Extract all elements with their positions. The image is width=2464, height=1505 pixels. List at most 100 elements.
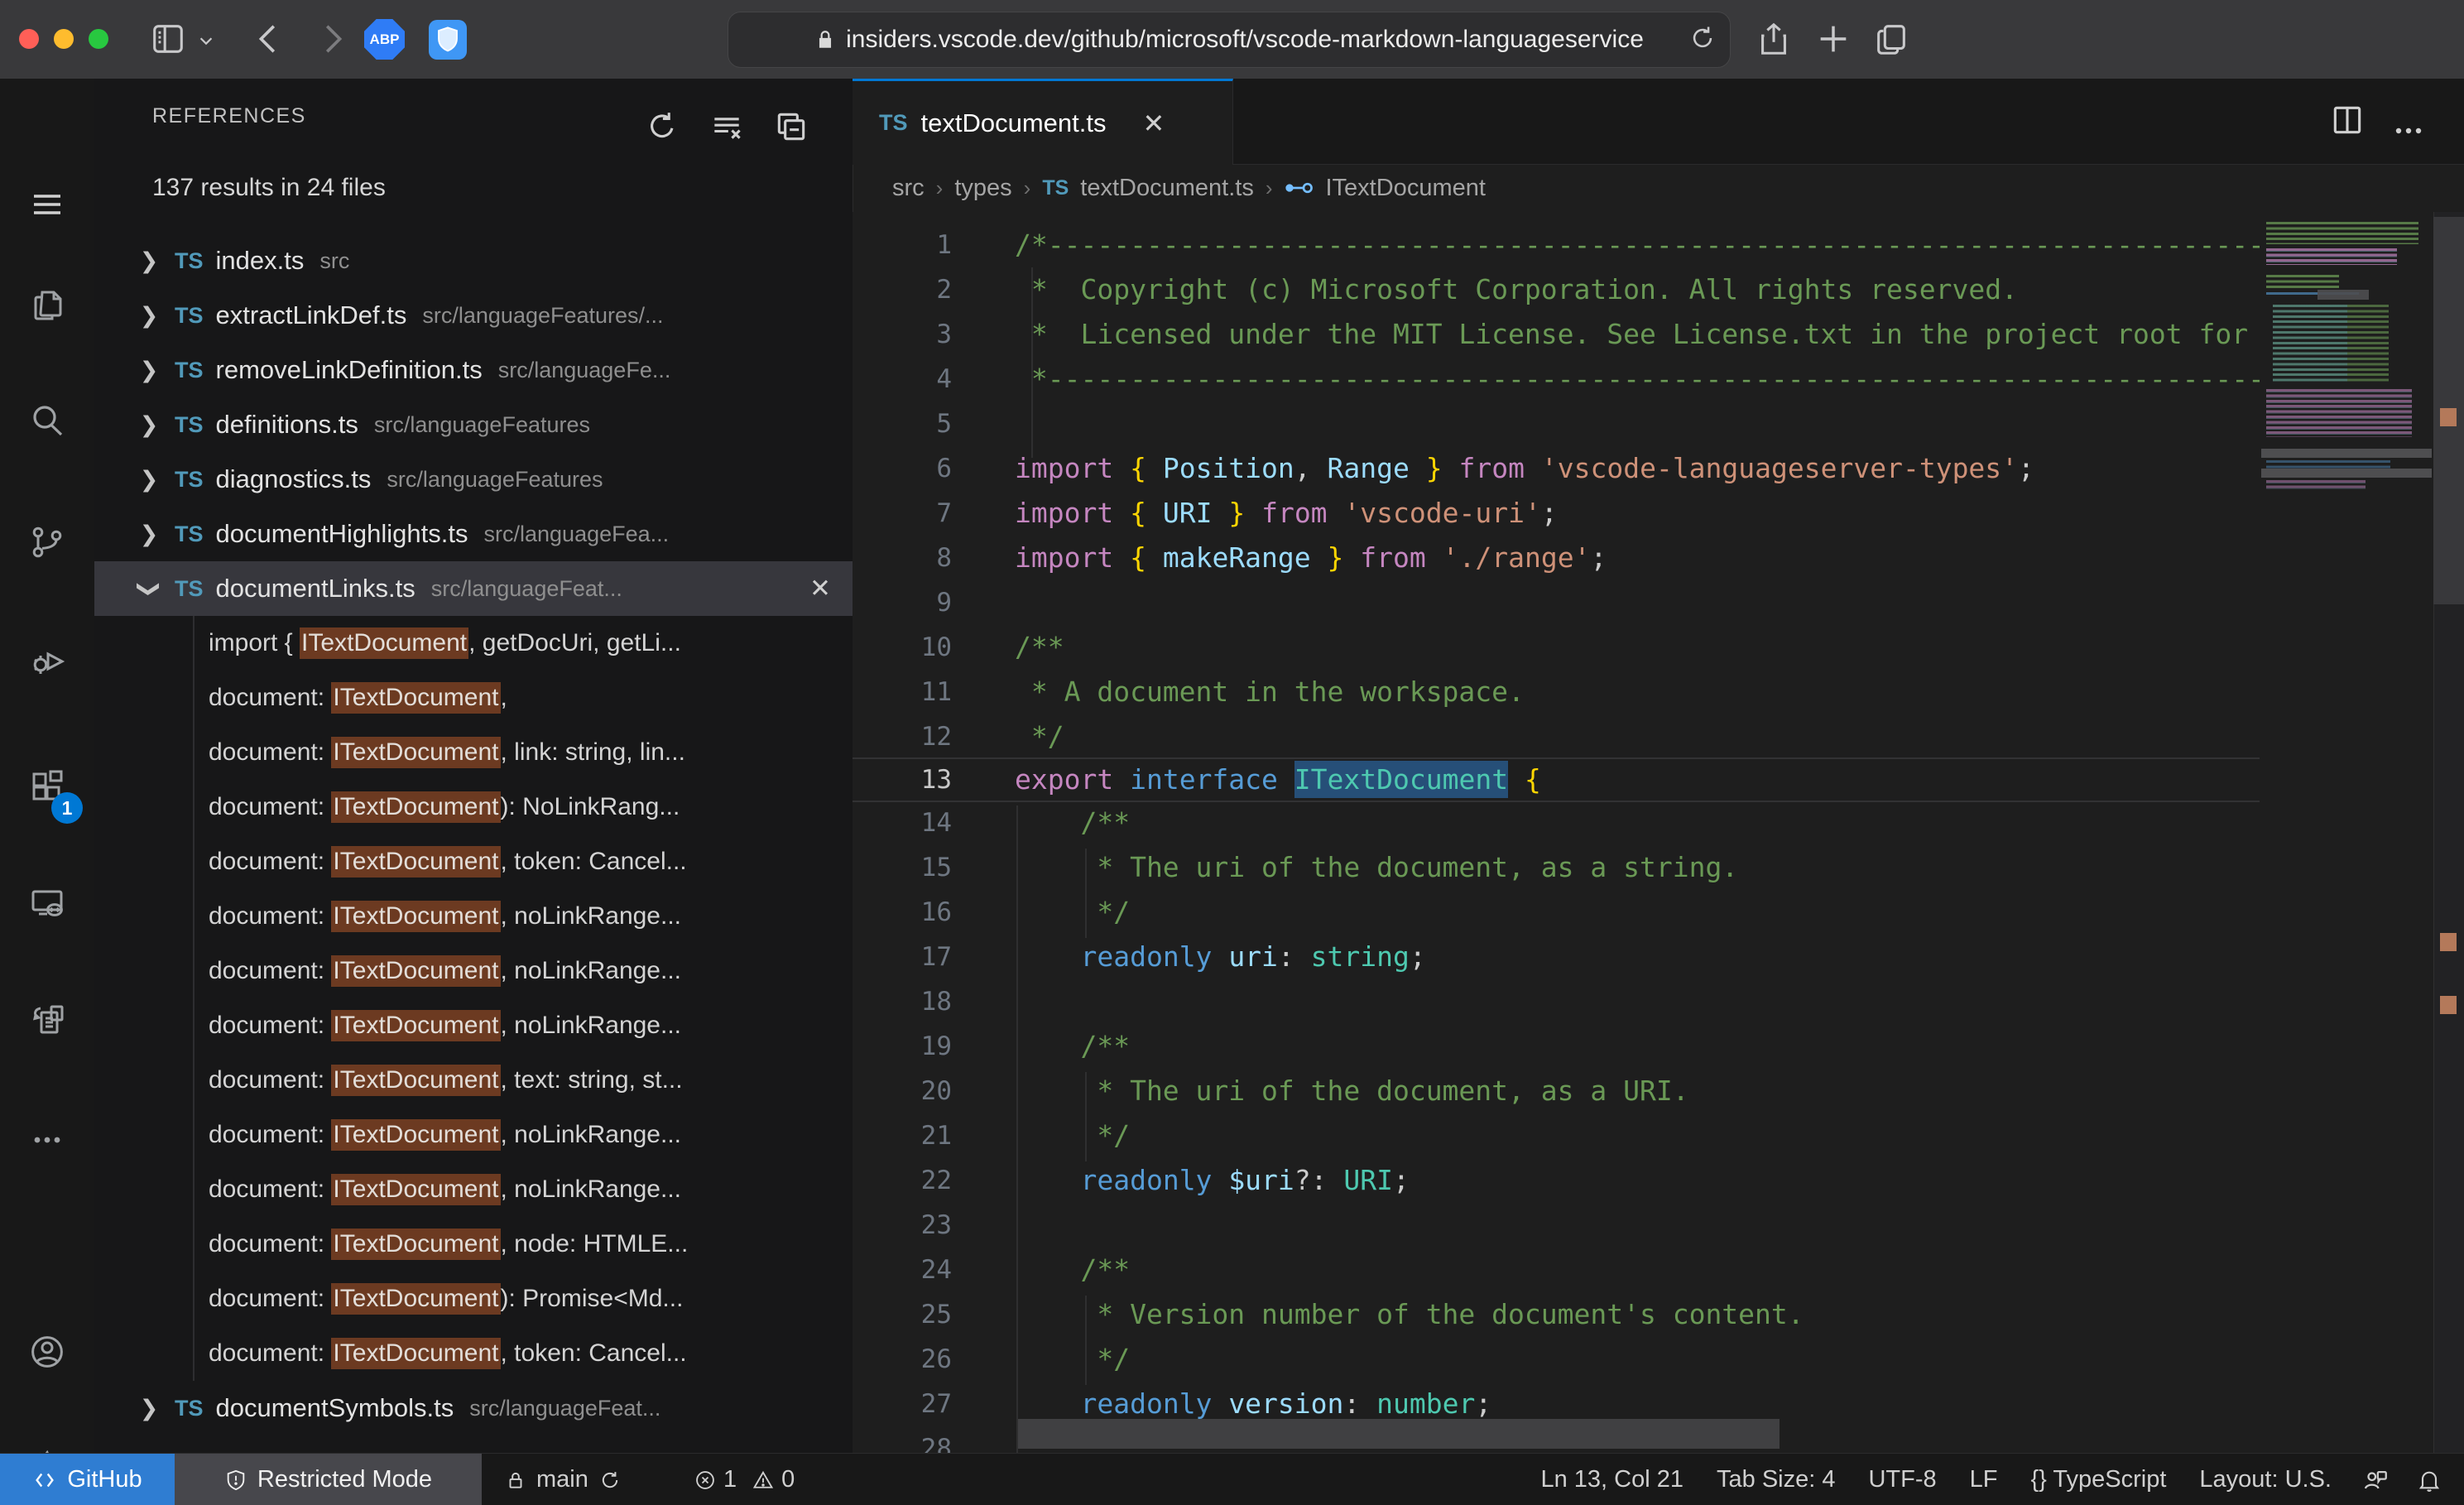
result-row[interactable]: document: ITextDocument, [94, 671, 853, 725]
tab-textdocument[interactable]: TS textDocument.ts ✕ [853, 79, 1233, 165]
minimap[interactable] [2260, 212, 2433, 1505]
result-row[interactable]: document: ITextDocument, token: Cancel..… [94, 1326, 853, 1381]
code-line[interactable]: 23 [853, 1203, 2433, 1248]
code-line[interactable]: 14 /** [853, 801, 2433, 845]
chevron-right-icon[interactable]: ❯ [136, 248, 162, 274]
file-row[interactable]: ❯TSdocumentLinks.tssrc/languageFeat...✕ [94, 561, 853, 616]
code-line[interactable]: 15 * The uri of the document, as a strin… [853, 845, 2433, 890]
status-language-mode[interactable]: {} TypeScript [2015, 1454, 2183, 1505]
breadcrumb-item[interactable]: textDocument.ts [1080, 175, 1254, 202]
dismiss-icon[interactable]: ✕ [809, 574, 831, 603]
result-row[interactable]: document: ITextDocument): Promise<Md... [94, 1272, 853, 1326]
search-icon[interactable] [27, 400, 67, 440]
feedback-icon[interactable] [2348, 1466, 2403, 1494]
clear-results-icon[interactable] [708, 108, 745, 145]
problems-item[interactable]: 1 0 [675, 1454, 813, 1505]
file-row[interactable]: ❯TSdefinitions.tssrc/languageFeatures [94, 397, 853, 452]
references-view-icon[interactable] [27, 999, 67, 1039]
chevron-right-icon[interactable]: ❯ [136, 303, 162, 329]
status-eol[interactable]: LF [1953, 1454, 2015, 1505]
breadcrumb-item[interactable]: types [954, 175, 1011, 202]
result-row[interactable]: document: ITextDocument, link: string, l… [94, 725, 853, 780]
file-row[interactable]: ❯TSdocumentSymbols.tssrc/languageFeat... [94, 1381, 853, 1435]
code-line[interactable]: 1/*-------------------------------------… [853, 223, 2433, 267]
code-line[interactable]: 26 */ [853, 1337, 2433, 1382]
editor-more-actions-icon[interactable] [2389, 111, 2428, 151]
result-row[interactable]: document: ITextDocument, noLinkRange... [94, 944, 853, 998]
result-row[interactable]: document: ITextDocument, noLinkRange... [94, 998, 853, 1053]
chevron-right-icon[interactable]: ❯ [136, 522, 162, 547]
branch-item[interactable]: main [487, 1454, 640, 1505]
remote-explorer-icon[interactable] [27, 883, 67, 923]
status-encoding[interactable]: UTF-8 [1852, 1454, 1952, 1505]
code-line[interactable]: 6import { Position, Range } from 'vscode… [853, 446, 2433, 491]
result-row[interactable]: document: ITextDocument, noLinkRange... [94, 889, 853, 944]
code-line[interactable]: 11 * A document in the workspace. [853, 670, 2433, 714]
chevron-down-icon[interactable] [197, 31, 215, 50]
adblock-extension-icon[interactable]: ABP [364, 19, 405, 60]
file-row[interactable]: ❯TSextractLinkDef.tssrc/languageFeatures… [94, 288, 853, 343]
reload-icon[interactable] [1688, 24, 1717, 52]
menu-icon[interactable] [27, 185, 67, 224]
split-editor-icon[interactable] [2329, 102, 2366, 138]
code-line[interactable]: 17 readonly uri: string; [853, 935, 2433, 979]
code-line[interactable]: 25 * Version number of the document's co… [853, 1292, 2433, 1337]
chevron-right-icon[interactable]: ❯ [136, 467, 162, 493]
code-line[interactable]: 22 readonly $uri?: URI; [853, 1158, 2433, 1203]
status-keyboard-layout[interactable]: Layout: U.S. [2183, 1454, 2348, 1505]
explorer-icon[interactable] [27, 286, 67, 325]
breadcrumb-item[interactable]: src [892, 175, 925, 202]
tab-close-icon[interactable]: ✕ [1143, 108, 1165, 139]
code-line[interactable]: 10/** [853, 625, 2433, 670]
account-icon[interactable] [27, 1332, 67, 1372]
collapse-all-icon[interactable] [773, 108, 809, 145]
chevron-down-icon[interactable]: ❯ [137, 575, 162, 602]
code-line[interactable]: 13export interface ITextDocument { [853, 757, 2433, 802]
address-bar[interactable]: insiders.vscode.dev/github/microsoft/vsc… [728, 12, 1731, 68]
remote-indicator[interactable]: GitHub [0, 1454, 175, 1505]
result-row[interactable]: document: ITextDocument, noLinkRange... [94, 1108, 853, 1162]
result-row[interactable]: document: ITextDocument, text: string, s… [94, 1053, 853, 1108]
status-tab-size[interactable]: Tab Size: 4 [1700, 1454, 1852, 1505]
forward-button[interactable] [313, 20, 351, 58]
window-zoom-button[interactable] [89, 29, 108, 49]
result-row[interactable]: document: ITextDocument, node: HTMLE... [94, 1217, 853, 1272]
code-line[interactable]: 16 */ [853, 890, 2433, 935]
new-tab-icon[interactable] [1814, 20, 1852, 58]
back-button[interactable] [250, 20, 288, 58]
code-line[interactable]: 3 * Licensed under the MIT License. See … [853, 312, 2433, 357]
code-line[interactable]: 24 /** [853, 1248, 2433, 1292]
code-line[interactable]: 21 */ [853, 1113, 2433, 1158]
chevron-right-icon[interactable]: ❯ [136, 1396, 162, 1421]
restricted-mode-item[interactable]: Restricted Mode [175, 1454, 482, 1505]
sidebar-toggle-icon[interactable] [149, 20, 187, 58]
sync-icon[interactable] [598, 1469, 622, 1492]
code-line[interactable]: 9 [853, 580, 2433, 625]
window-minimize-button[interactable] [54, 29, 74, 49]
notifications-bell-icon[interactable] [2403, 1467, 2456, 1493]
code-line[interactable]: 20 * The uri of the document, as a URI. [853, 1069, 2433, 1113]
code-line[interactable]: 7import { URI } from 'vscode-uri'; [853, 491, 2433, 536]
horizontal-scrollbar[interactable] [1018, 1419, 1780, 1449]
refresh-icon[interactable] [644, 108, 680, 145]
shield-extension-icon[interactable] [429, 20, 467, 60]
run-debug-icon[interactable] [27, 642, 67, 681]
file-row[interactable]: ❯TSindex.tssrc [94, 233, 853, 288]
tab-overview-icon[interactable] [1872, 20, 1910, 58]
file-row[interactable]: ❯TSremoveLinkDefinition.tssrc/languageFe… [94, 343, 853, 397]
code-line[interactable]: 2 * Copyright (c) Microsoft Corporation.… [853, 267, 2433, 312]
code-line[interactable]: 19 /** [853, 1024, 2433, 1069]
code-line[interactable]: 4 *-------------------------------------… [853, 357, 2433, 401]
result-row[interactable]: document: ITextDocument): NoLinkRang... [94, 780, 853, 834]
window-close-button[interactable] [19, 29, 39, 49]
source-control-icon[interactable] [27, 522, 67, 562]
chevron-right-icon[interactable]: ❯ [136, 358, 162, 383]
status-line-col[interactable]: Ln 13, Col 21 [1524, 1454, 1700, 1505]
file-row[interactable]: ❯TSdiagnostics.tssrc/languageFeatures [94, 452, 853, 507]
file-row[interactable]: ❯TSdocumentHighlights.tssrc/languageFea.… [94, 507, 853, 561]
code-line[interactable]: 18 [853, 979, 2433, 1024]
breadcrumb-item[interactable]: ITextDocument [1326, 175, 1486, 202]
code-editor[interactable]: 1/*-------------------------------------… [853, 212, 2433, 1453]
code-line[interactable]: 12 */ [853, 714, 2433, 759]
result-row[interactable]: document: ITextDocument, token: Cancel..… [94, 834, 853, 889]
